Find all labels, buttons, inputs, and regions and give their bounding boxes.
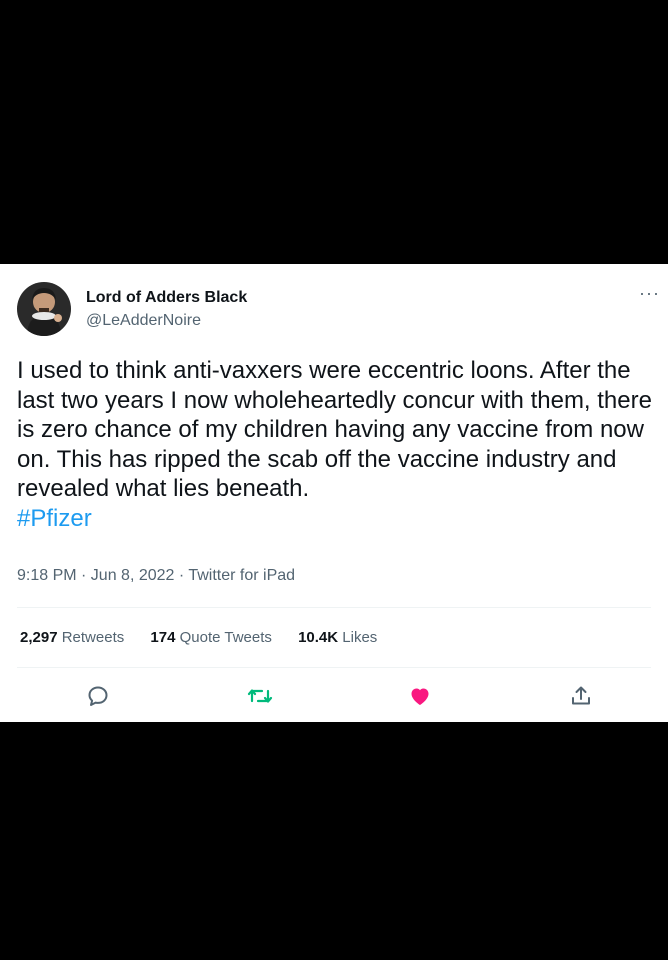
retweets-count: 2,297: [20, 629, 58, 646]
divider: [17, 667, 651, 668]
quotes-label: Quote Tweets: [179, 629, 272, 646]
tweet-timestamp: 9:18 PM · Jun 8, 2022 · Twitter for iPad: [17, 567, 296, 584]
hashtag-link[interactable]: #Pfizer: [17, 505, 92, 532]
avatar[interactable]: [17, 282, 71, 336]
retweets-stat[interactable]: 2,297 Retweets: [20, 629, 124, 646]
likes-label: Likes: [342, 629, 378, 646]
tweet-card: Lord of Adders Black @LeAdderNoire ··· I…: [0, 264, 668, 722]
heart-icon: [411, 688, 429, 705]
tweet-body: I used to think anti-vaxxers were eccent…: [17, 357, 652, 502]
author-display-name[interactable]: Lord of Adders Black: [86, 288, 247, 308]
more-icon[interactable]: ···: [639, 284, 660, 302]
likes-stat[interactable]: 10.4K Likes: [298, 629, 377, 646]
likes-count: 10.4K: [298, 629, 339, 646]
like-button[interactable]: [406, 682, 434, 710]
retweet-icon: [247, 689, 273, 703]
divider: [17, 607, 651, 608]
reply-icon: [88, 686, 108, 706]
retweets-label: Retweets: [61, 629, 125, 646]
tweet-stats: 2,297 Retweets 174 Quote Tweets 10.4K Li…: [20, 629, 399, 646]
reply-button[interactable]: [84, 682, 112, 710]
quotes-count: 174: [150, 629, 176, 646]
author-handle[interactable]: @LeAdderNoire: [86, 311, 247, 331]
tweet-text: I used to think anti-vaxxers were eccent…: [17, 356, 661, 533]
quote-tweets-stat[interactable]: 174 Quote Tweets: [150, 629, 271, 646]
share-icon: [572, 686, 590, 705]
share-button[interactable]: [567, 682, 595, 710]
action-bar: [0, 682, 668, 712]
author-block: Lord of Adders Black @LeAdderNoire: [86, 288, 247, 331]
retweet-button[interactable]: [246, 682, 274, 710]
